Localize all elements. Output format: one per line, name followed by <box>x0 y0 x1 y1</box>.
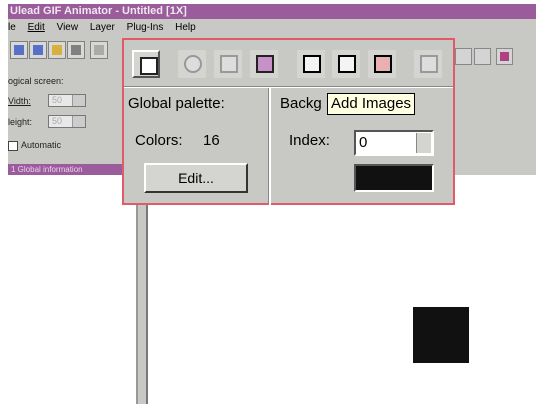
menu-edit[interactable]: Edit <box>28 22 45 33</box>
logical-screen-panel: ogical screen: Vidth: 50 leight: 50 Auto… <box>8 68 123 168</box>
toolbar-separator <box>124 86 453 88</box>
width-field[interactable]: 50 <box>48 94 86 107</box>
menu-bar: le Edit View Layer Plug-Ins Help <box>8 20 536 36</box>
edit-palette-button[interactable]: Edit... <box>144 163 248 193</box>
save-icon[interactable] <box>67 41 85 59</box>
new-file-icon[interactable] <box>10 41 28 59</box>
logical-screen-label: ogical screen: <box>8 76 64 86</box>
object-tree[interactable] <box>8 175 138 404</box>
canvas-black-square <box>413 307 469 363</box>
image-canvas[interactable] <box>146 175 536 404</box>
automatic-checkbox[interactable]: Automatic <box>8 140 61 151</box>
background-color-swatch[interactable] <box>354 164 434 192</box>
cut-icon[interactable] <box>178 50 206 78</box>
add-image-icon[interactable] <box>297 50 325 78</box>
preview-icon[interactable] <box>474 48 491 65</box>
global-palette-label: Global palette: <box>128 95 225 112</box>
properties-icon[interactable] <box>132 50 160 78</box>
menu-view[interactable]: View <box>57 22 79 33</box>
delete-frame-icon[interactable] <box>414 50 442 78</box>
menu-layer[interactable]: Layer <box>90 22 115 33</box>
add-images-tooltip: Add Images <box>327 93 416 115</box>
colors-label: Colors: <box>135 132 183 149</box>
index-field[interactable]: 0 <box>354 130 434 156</box>
open-file-icon[interactable] <box>29 41 47 59</box>
panel-divider <box>268 88 271 205</box>
copy-icon[interactable] <box>214 50 242 78</box>
zoomed-toolbar-inset: Global palette: Colors: 16 Edit... Backg… <box>122 38 455 205</box>
wizard-icon[interactable] <box>90 41 108 59</box>
menu-file[interactable]: le <box>8 22 16 33</box>
title-bar: Ulead GIF Animator - Untitled [1X] <box>8 4 536 19</box>
menu-help[interactable]: Help <box>175 22 196 33</box>
add-video-icon[interactable] <box>332 50 360 78</box>
height-field[interactable]: 50 <box>48 115 86 128</box>
index-label: Index: <box>289 132 330 149</box>
tree-header[interactable]: 1 Global information <box>8 164 136 175</box>
open-folder-icon[interactable] <box>48 41 66 59</box>
colors-value: 16 <box>203 132 220 149</box>
height-label: leight: <box>8 117 33 127</box>
index-spinner[interactable] <box>416 133 431 153</box>
add-text-icon[interactable] <box>368 50 396 78</box>
optimize-icon[interactable] <box>455 48 472 65</box>
width-label: Vidth: <box>8 96 31 106</box>
menu-plugins[interactable]: Plug-Ins <box>127 22 164 33</box>
background-label: Backg <box>280 95 322 112</box>
export-icon[interactable] <box>496 48 513 65</box>
paste-icon[interactable] <box>250 50 278 78</box>
